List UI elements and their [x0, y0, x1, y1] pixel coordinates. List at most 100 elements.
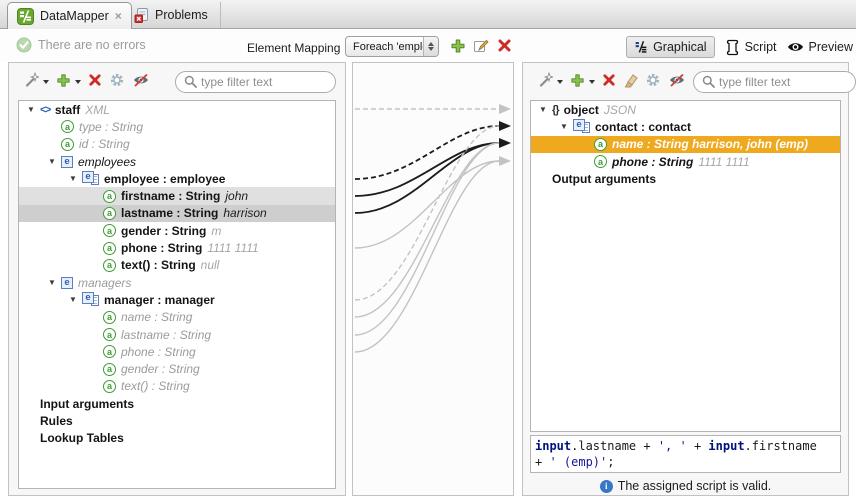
tree-row[interactable]: aname : String: [19, 309, 335, 326]
auto-map-dropdown-icon[interactable]: [43, 80, 49, 84]
expander-icon[interactable]: ▼: [560, 122, 573, 132]
add-element-mapping-button[interactable]: [450, 38, 466, 57]
tree-row[interactable]: ▼{}objectJSON: [531, 101, 840, 118]
field-script-editor[interactable]: input.lastname + ', ' + input.firstname+…: [530, 435, 841, 473]
element-mapping-icon: e: [573, 119, 590, 134]
attribute-icon: a: [103, 345, 116, 358]
hide-unmapped-button[interactable]: [668, 73, 686, 90]
expander-icon[interactable]: ▼: [27, 105, 40, 115]
delete-field-button[interactable]: [602, 73, 616, 90]
target-panel-toolbar: [523, 63, 848, 100]
expander-icon[interactable]: ▼: [48, 278, 61, 288]
tree-row[interactable]: a phone : String: [19, 343, 335, 360]
view-script-button[interactable]: Script: [725, 39, 777, 56]
view-graphical-button[interactable]: Graphical: [626, 36, 715, 58]
add-field-dropdown-icon[interactable]: [75, 80, 81, 84]
auto-map-button[interactable]: [537, 72, 553, 91]
auto-map-button[interactable]: [23, 72, 39, 91]
element-mapping-select[interactable]: Foreach 'employee': [345, 36, 439, 57]
mapping-line[interactable]: [355, 143, 499, 317]
expander-icon[interactable]: ▼: [69, 295, 82, 305]
properties-button[interactable]: [645, 72, 661, 91]
node-label: staff: [55, 103, 80, 117]
no-errors-label: There are no errors: [38, 38, 146, 52]
script-status: i The assigned script is valid.: [523, 479, 848, 493]
source-filter-input[interactable]: [201, 75, 327, 89]
mapping-canvas[interactable]: [353, 63, 513, 495]
select-stepper-icon: [423, 37, 438, 56]
target-filter-input[interactable]: [719, 75, 847, 89]
mapping-line[interactable]: [355, 143, 499, 196]
tree-row[interactable]: atext() : Stringnull: [19, 257, 335, 274]
attribute-icon: a: [103, 207, 116, 220]
element-icon: e: [61, 277, 73, 289]
validation-status: There are no errors: [16, 37, 146, 53]
tree-row[interactable]: ▼emanagers: [19, 274, 335, 291]
script-status-text: The assigned script is valid.: [618, 479, 772, 493]
tree-row[interactable]: Rules: [19, 412, 335, 429]
preview-eye-icon: [787, 41, 804, 53]
tree-row[interactable]: Lookup Tables: [19, 430, 335, 447]
element-mapping-icon: e: [82, 171, 99, 186]
tree-row[interactable]: ▼econtact : contact: [531, 118, 840, 135]
tree-row[interactable]: ▼eemployee : employee: [19, 170, 335, 187]
tree-row[interactable]: aphone : String1111 1111: [19, 239, 335, 256]
add-field-button[interactable]: [56, 73, 71, 91]
tree-row[interactable]: atext() : String: [19, 378, 335, 395]
tree-row[interactable]: agender : String: [19, 360, 335, 377]
tree-row[interactable]: agender : Stringm: [19, 222, 335, 239]
mapping-line[interactable]: [355, 161, 499, 352]
search-icon: [184, 75, 197, 88]
tree-row[interactable]: aphone : String1111 1111: [531, 153, 840, 170]
node-value: XML: [85, 103, 110, 117]
attribute-icon: a: [103, 190, 116, 203]
tree-row[interactable]: aname : String harrison, john (emp): [531, 136, 840, 153]
tree-row[interactable]: ▼<> staff XML: [19, 101, 335, 118]
tree-row[interactable]: alastname : String: [19, 326, 335, 343]
node-label: name : String harrison, john (emp): [612, 137, 808, 151]
view-graphical-label: Graphical: [653, 40, 707, 54]
hide-unmapped-button[interactable]: [132, 73, 150, 90]
delete-element-mapping-button[interactable]: [497, 38, 512, 56]
tab-problems[interactable]: Problems: [122, 2, 221, 28]
tab-datamapper[interactable]: DataMapper ×: [7, 2, 132, 29]
expander-icon[interactable]: ▼: [69, 174, 82, 184]
expander-icon[interactable]: ▼: [48, 157, 61, 167]
tree-row[interactable]: atype : String: [19, 118, 335, 135]
attribute-icon: a: [594, 155, 607, 168]
xml-root-icon: <>: [40, 104, 50, 116]
tree-row[interactable]: Output arguments: [531, 170, 840, 187]
attribute-icon: a: [103, 224, 116, 237]
mapping-line[interactable]: [355, 126, 499, 300]
clear-assignment-button[interactable]: [623, 73, 638, 91]
view-switcher: Graphical Script Preview: [626, 35, 853, 59]
delete-x-icon: [602, 73, 616, 87]
delete-x-icon: [497, 38, 512, 53]
properties-button[interactable]: [109, 72, 125, 91]
add-field-button[interactable]: [570, 73, 585, 91]
view-preview-button[interactable]: Preview: [787, 40, 853, 54]
tree-row[interactable]: ▼emanager : manager: [19, 291, 335, 308]
script-line: input.lastname + ', ' + input.firstname: [535, 438, 836, 454]
node-label: manager : manager: [104, 293, 215, 307]
tab-close-icon[interactable]: ×: [115, 10, 122, 22]
add-field-dropdown-icon[interactable]: [589, 80, 595, 84]
tree-row[interactable]: alastname : Stringharrison: [19, 205, 335, 222]
attribute-icon: a: [103, 380, 116, 393]
element-mapping-selected-value: Foreach 'employee': [346, 41, 423, 53]
tree-row[interactable]: ▼eemployees: [19, 153, 335, 170]
node-label: phone : String: [121, 345, 196, 359]
eraser-icon: [623, 73, 638, 88]
expander-icon[interactable]: ▼: [539, 105, 552, 115]
source-panel-toolbar: [9, 63, 345, 100]
mapping-line[interactable]: [355, 161, 499, 248]
search-icon: [702, 75, 715, 88]
eye-slash-icon: [132, 73, 150, 87]
edit-element-mapping-button[interactable]: [473, 38, 489, 57]
delete-field-button[interactable]: [88, 73, 102, 90]
tree-row[interactable]: afirstname : Stringjohn: [19, 187, 335, 204]
source-tree: ▼<>staffXMLatype : Stringaid : String▼ee…: [18, 100, 336, 489]
auto-map-dropdown-icon[interactable]: [557, 80, 563, 84]
tree-row[interactable]: Input arguments: [19, 395, 335, 412]
tree-row[interactable]: aid : String: [19, 136, 335, 153]
